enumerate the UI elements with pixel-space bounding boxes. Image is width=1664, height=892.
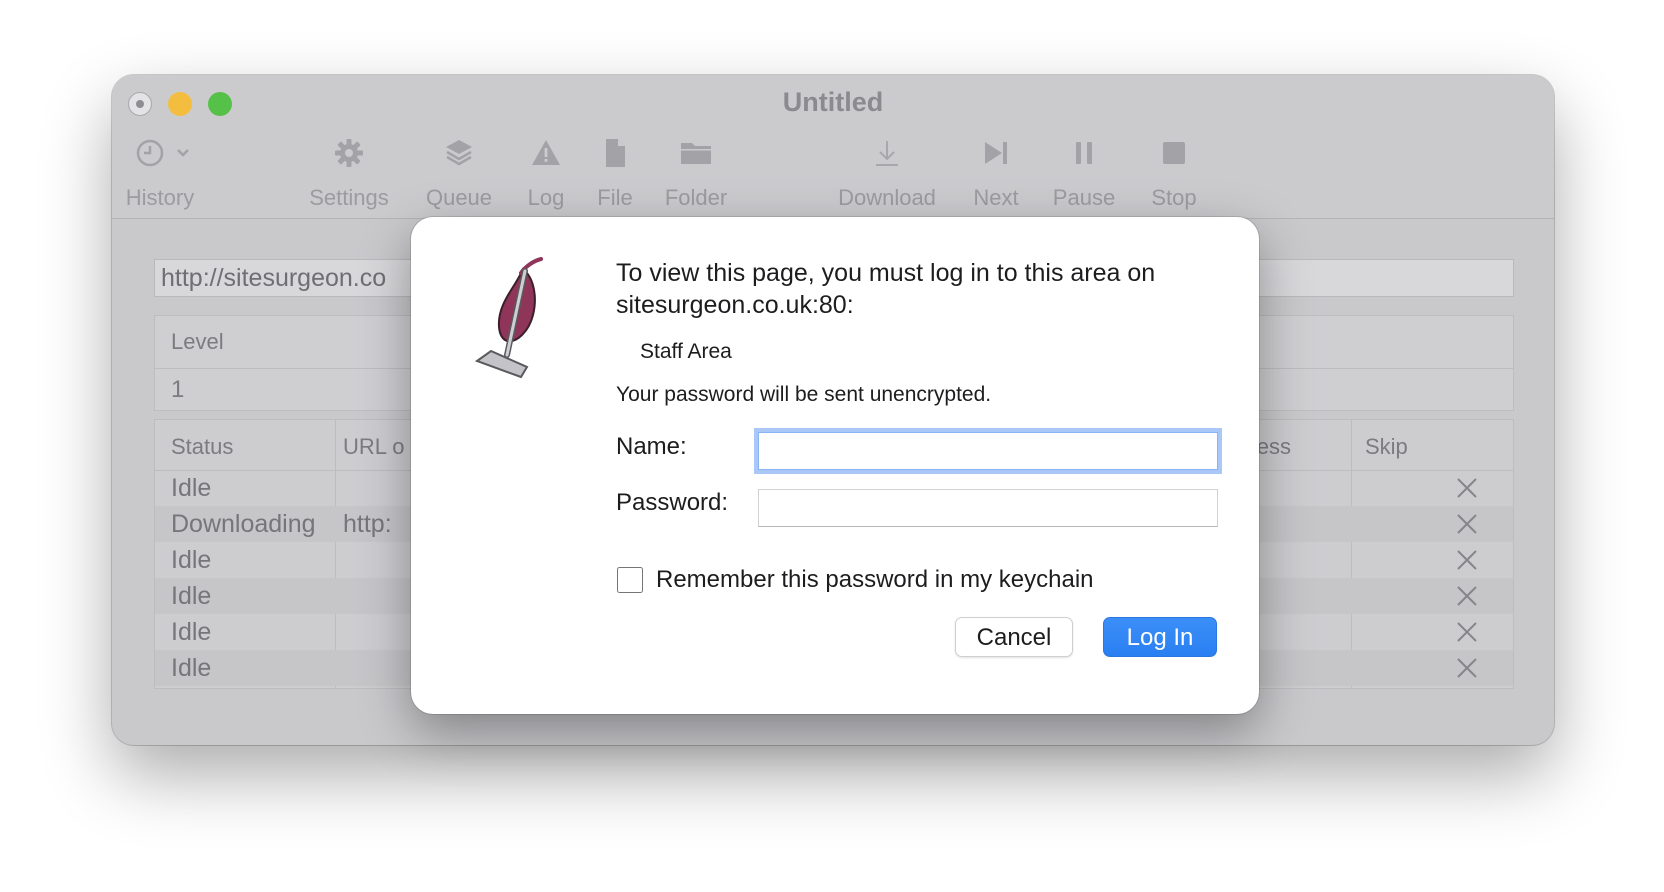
titlebar: Untitled History Settings Queue Log File…	[112, 75, 1554, 219]
skip-x-icon[interactable]	[1455, 620, 1479, 644]
download-arrow-icon	[876, 141, 898, 166]
login-dialog: To view this page, you must log in to th…	[411, 217, 1259, 714]
column-status[interactable]: Status	[171, 434, 233, 460]
skip-x-icon[interactable]	[1455, 656, 1479, 680]
row-status: Idle	[171, 474, 212, 502]
row-url: http:	[343, 510, 392, 538]
realm-label: Staff Area	[640, 340, 732, 363]
document-icon	[606, 139, 625, 167]
row-status: Downloading	[171, 510, 316, 538]
remember-password-checkbox[interactable]	[617, 567, 643, 593]
toolbar-settings-label: Settings	[309, 185, 389, 210]
skip-x-icon[interactable]	[1455, 476, 1479, 500]
toolbar-download[interactable]: Download	[827, 135, 947, 211]
skip-x-icon[interactable]	[1455, 512, 1479, 536]
skip-x-icon[interactable]	[1455, 548, 1479, 572]
toolbar-download-label: Download	[838, 185, 936, 210]
password-field[interactable]	[758, 489, 1218, 527]
row-status: Idle	[171, 546, 212, 574]
clock-icon	[136, 139, 189, 167]
column-url[interactable]: URL o	[343, 434, 405, 460]
name-label: Name:	[616, 433, 687, 460]
remember-password-label[interactable]: Remember this password in my keychain	[656, 566, 1094, 594]
column-skip[interactable]: Skip	[1365, 434, 1408, 460]
vacuum-cleaner-icon	[474, 257, 543, 379]
stop-icon	[1163, 142, 1185, 164]
unencrypted-warning: Your password will be sent unencrypted.	[616, 383, 992, 406]
stack-icon	[446, 140, 472, 166]
gear-icon	[335, 139, 363, 167]
row-status: Idle	[171, 582, 212, 610]
toolbar-folder[interactable]: Folder	[636, 135, 756, 211]
row-status: Idle	[171, 654, 212, 682]
pause-icon	[1076, 142, 1092, 164]
toolbar-stop[interactable]: Stop	[1114, 135, 1234, 211]
cancel-button[interactable]: Cancel	[955, 617, 1073, 657]
name-field[interactable]	[758, 432, 1218, 470]
toolbar-settings[interactable]: Settings	[289, 135, 409, 211]
toolbar-stop-label: Stop	[1151, 185, 1197, 210]
folder-icon	[681, 143, 711, 164]
skip-x-icon[interactable]	[1455, 584, 1479, 608]
toolbar-history-label: History	[125, 185, 195, 210]
toolbar-history[interactable]: History	[112, 135, 220, 211]
toolbar-folder-label: Folder	[664, 185, 728, 210]
row-status: Idle	[171, 618, 212, 646]
skip-forward-icon	[985, 142, 1007, 164]
login-message: To view this page, you must log in to th…	[616, 259, 1156, 319]
password-label: Password:	[616, 489, 729, 516]
window-title: Untitled	[782, 87, 884, 117]
log-in-button[interactable]: Log In	[1103, 617, 1217, 657]
